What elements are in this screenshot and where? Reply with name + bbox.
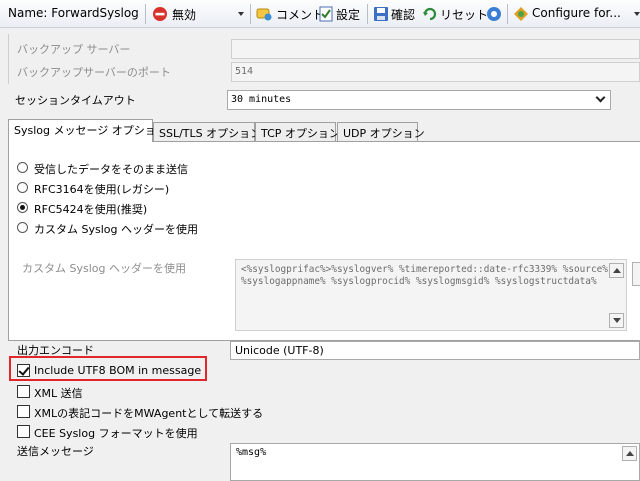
toolbar-separator [250, 4, 251, 24]
save-icon [374, 7, 388, 21]
session-timeout-label: セッションタイムアウト [15, 94, 136, 107]
arrow-up-icon [613, 268, 621, 273]
toolbar-separator [367, 4, 368, 24]
reset-button[interactable]: リセット [422, 2, 488, 26]
checkbox-label: XML 送信 [34, 387, 83, 400]
output-encoding-select[interactable]: Unicode (UTF-8) [230, 341, 640, 360]
checkbox-cee-syslog[interactable] [17, 425, 30, 438]
tab-udp-options[interactable]: UDP オプション [337, 122, 425, 141]
configure-for-label: Configure for... [532, 6, 621, 20]
status-label: 無効 [172, 8, 197, 22]
arrow-down-icon [613, 318, 621, 323]
backup-server-label: バックアップ サーバー [17, 43, 131, 56]
radio-send-as-is[interactable] [17, 162, 28, 173]
tab-tcp-options[interactable]: TCP オプション [255, 122, 340, 141]
scroll-down-button[interactable] [609, 313, 624, 328]
custom-header-line: %syslogappname% %syslogprocid% %syslogms… [241, 276, 597, 287]
custom-header-line: <%syslogprifac%>%syslogver% %timereporte… [241, 264, 608, 275]
backup-port-field[interactable]: 514 [231, 62, 640, 82]
radio-label: RFC3164を使用(レガシー) [34, 183, 170, 196]
configure-icon [514, 7, 528, 21]
radio-label: カスタム Syslog ヘッダーを使用 [34, 223, 198, 236]
confirm-button[interactable]: 確認 [371, 2, 421, 26]
tab-ssl-tls-options[interactable]: SSL/TLS オプション [153, 122, 261, 141]
chevron-down-icon [634, 12, 640, 16]
backup-server-field[interactable] [231, 39, 640, 59]
checkbox-label: XMLの表記コードをMWAgentとして転送する [34, 407, 264, 420]
insert-button[interactable] [632, 262, 640, 286]
checkbox-label: CEE Syslog フォーマットを使用 [34, 427, 198, 440]
message-textarea[interactable]: %msg% [230, 443, 640, 481]
settings-button[interactable]: 設定 [316, 2, 368, 26]
arrow-up-icon [626, 451, 634, 456]
settings-icon [319, 6, 333, 22]
radio-rfc5424[interactable] [17, 202, 28, 213]
tab-syslog-message-options[interactable]: Syslog メッセージ オプション [8, 119, 167, 142]
checkbox-xml-notation[interactable] [17, 405, 30, 418]
toolbar-separator [145, 4, 146, 24]
radio-rfc3164[interactable] [17, 182, 28, 193]
radio-label: RFC5424を使用(推奨) [34, 203, 148, 216]
session-timeout-select[interactable]: 30 minutes [227, 90, 611, 110]
scroll-up-button[interactable] [622, 446, 637, 461]
radio-label: 受信したデータをそのまま送信 [34, 163, 188, 176]
help-button[interactable] [484, 2, 504, 26]
settings-label: 設定 [336, 8, 361, 22]
checkbox-xml-send[interactable] [17, 385, 30, 398]
toolbar-separator [507, 4, 508, 24]
custom-header-label: カスタム Syslog ヘッダーを使用 [22, 262, 186, 275]
chevron-down-icon [595, 92, 606, 103]
chevron-down-icon [238, 12, 244, 16]
status-dropdown[interactable]: 無効 [150, 2, 246, 26]
backup-port-label: バックアップサーバーのポート [17, 66, 171, 79]
custom-header-textarea[interactable]: <%syslogprifac%>%syslogver% %timereporte… [235, 259, 627, 331]
help-icon [487, 7, 501, 21]
checkbox-include-utf8-bom[interactable] [17, 364, 30, 377]
scroll-up-button[interactable] [609, 263, 624, 278]
reset-label: リセット [440, 8, 489, 22]
disabled-icon [153, 7, 167, 21]
comment-icon [256, 8, 272, 21]
session-timeout-value: 30 minutes [231, 94, 292, 105]
message-label: 送信メッセージ [17, 445, 94, 458]
checkbox-label: Include UTF8 BOM in message [34, 364, 202, 377]
name-label: Name: ForwardSyslog [8, 6, 139, 20]
configure-for-dropdown[interactable]: Configure for... [511, 2, 640, 26]
confirm-label: 確認 [391, 8, 416, 22]
reset-icon [423, 7, 437, 21]
left-border [8, 34, 9, 84]
radio-custom-header[interactable] [17, 222, 28, 233]
toolbar: Name: ForwardSyslog 無効 コメント 設定 確認 リセット C… [0, 0, 640, 28]
